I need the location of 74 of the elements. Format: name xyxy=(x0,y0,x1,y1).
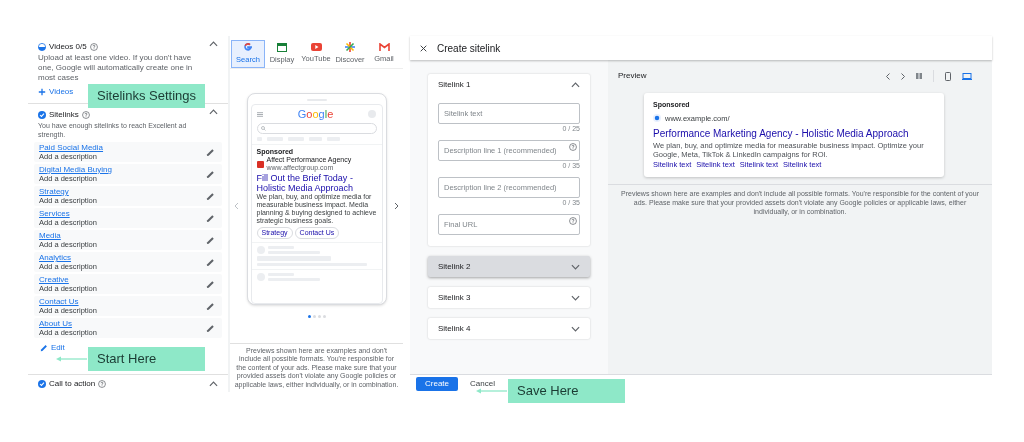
edit-button[interactable]: Edit xyxy=(40,342,65,354)
check-circle-icon xyxy=(38,111,46,119)
sitelink-title[interactable]: Creative xyxy=(39,275,97,284)
callout-label: Sitelinks Settings xyxy=(88,84,205,108)
caret-down-icon[interactable] xyxy=(571,325,580,332)
caret-down-icon[interactable] xyxy=(571,263,580,270)
caret-down-icon[interactable] xyxy=(571,294,580,301)
section-title: Sitelinks xyxy=(49,109,79,121)
phone-icon[interactable] xyxy=(945,71,951,81)
asterisk-icon xyxy=(345,42,355,53)
sitelink-card-title: Sitelink 2 xyxy=(438,260,471,273)
chevron-right-icon[interactable] xyxy=(394,201,399,210)
help-icon[interactable] xyxy=(569,216,577,225)
g-logo-icon xyxy=(243,42,253,53)
caret-up-icon[interactable] xyxy=(209,41,218,47)
create-button[interactable]: Create xyxy=(416,376,458,391)
close-icon[interactable] xyxy=(420,44,427,52)
chevron-left-icon[interactable] xyxy=(886,72,890,80)
laptop-icon[interactable] xyxy=(962,72,972,80)
play-icon xyxy=(310,43,322,52)
ad-headline[interactable]: Performance Marketing Agency - Holistic Media Approach xyxy=(653,125,935,141)
help-icon[interactable] xyxy=(81,111,90,119)
globe-icon xyxy=(653,114,661,123)
sitelink-card-title: Sitelink 4 xyxy=(438,322,471,335)
section-description: Upload at least one video. If you don't have one, Google will automatically create one in most cases xyxy=(38,53,194,83)
video-status-icon xyxy=(38,43,46,51)
google-logo: Google xyxy=(297,108,334,121)
arrow-drawing xyxy=(56,356,88,362)
plus-icon xyxy=(38,88,46,96)
advertiser-logo xyxy=(256,160,264,168)
search-icon xyxy=(260,126,266,132)
sitelink-card-title: Sitelink 3 xyxy=(438,291,471,304)
help-icon[interactable] xyxy=(98,379,107,388)
pencil-icon[interactable] xyxy=(206,257,215,267)
check-circle-icon xyxy=(38,379,46,388)
sitelink-title[interactable]: Media xyxy=(39,231,97,240)
sitelink-card[interactable]: Sitelink 4 xyxy=(428,318,590,339)
sitelink-title[interactable]: Analytics xyxy=(39,253,97,262)
sitelink-title[interactable]: Services xyxy=(39,209,97,218)
pencil-icon[interactable] xyxy=(40,344,48,352)
section-title: Videos 0/5 xyxy=(49,41,87,53)
pencil-icon[interactable] xyxy=(206,323,215,333)
display-icon xyxy=(277,42,287,52)
callout-label: Start Here xyxy=(88,347,205,371)
caret-up-icon[interactable] xyxy=(571,81,580,88)
ad-headline[interactable]: Fill Out the Brief Today - Holistic Media Approach xyxy=(256,173,377,194)
cancel-button[interactable]: Cancel xyxy=(464,376,501,391)
pencil-icon[interactable] xyxy=(206,147,215,157)
arrow-drawing xyxy=(476,388,508,394)
sitelink-card-title: Sitelink 1 xyxy=(438,78,471,91)
caret-up-icon[interactable] xyxy=(209,380,218,387)
preview-title: Preview xyxy=(618,70,647,82)
pencil-icon[interactable] xyxy=(206,191,215,201)
callout-label: Save Here xyxy=(508,379,625,403)
add-videos-button[interactable]: Videos xyxy=(38,86,74,98)
sitelink-title[interactable]: Digital Media Buying xyxy=(39,165,112,174)
pencil-icon[interactable] xyxy=(206,279,215,289)
help-icon[interactable] xyxy=(89,43,98,51)
sitelink-title[interactable]: Paid Social Media xyxy=(39,143,104,152)
sitelink-card[interactable]: Sitelink 3 xyxy=(428,287,590,308)
sitelink-card[interactable]: Sitelink 2 xyxy=(428,256,590,277)
sitelink-title[interactable]: Strategy xyxy=(39,187,97,196)
section-title: Call to action xyxy=(49,377,96,390)
pencil-icon[interactable] xyxy=(206,301,215,311)
caret-up-icon[interactable] xyxy=(209,109,218,115)
chevron-right-icon[interactable] xyxy=(901,72,905,80)
pencil-icon[interactable] xyxy=(206,213,215,223)
dialog-title: Create sitelink xyxy=(437,41,501,56)
pencil-icon[interactable] xyxy=(206,169,215,179)
pencil-icon[interactable] xyxy=(206,235,215,245)
sitelink-title[interactable]: Contact Us xyxy=(39,297,97,306)
help-icon[interactable] xyxy=(569,142,577,151)
sitelink-title[interactable]: About Us xyxy=(39,319,97,328)
envelope-icon xyxy=(378,43,390,52)
